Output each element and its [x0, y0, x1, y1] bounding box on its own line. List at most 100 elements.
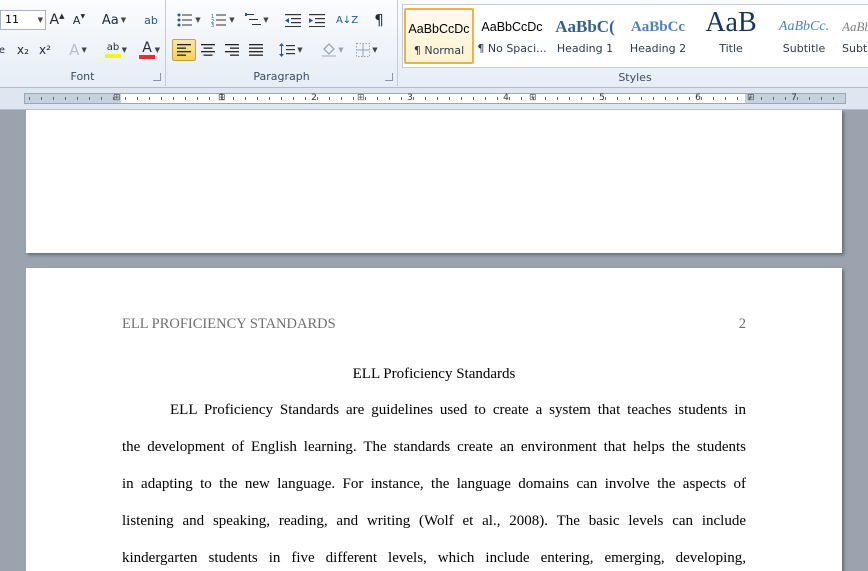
- eraser-icon: ab: [144, 13, 158, 27]
- borders-button[interactable]: ▼: [352, 39, 382, 61]
- document-area[interactable]: ELL PROFICIENCY STANDARDS 2 ELL Proficie…: [0, 110, 868, 571]
- ruler-tick: [521, 97, 522, 100]
- text-effects-button[interactable]: A ▼: [64, 39, 92, 61]
- grow-font-button[interactable]: A ▲: [48, 9, 66, 31]
- ruler-tick: [65, 97, 66, 100]
- subscript-icon: x₂: [17, 43, 29, 57]
- ruler-tick: [833, 97, 834, 100]
- ruler-tick: [161, 97, 162, 100]
- font-group: 11 ▼ A ▲ A ▼ Aa ▼ ab e x₂ x² A ▼ ab ▼ A …: [0, 0, 166, 86]
- style-sample: AaB: [705, 8, 757, 38]
- font-size-box[interactable]: 11 ▼: [0, 10, 46, 30]
- ruler-tick: [137, 97, 138, 100]
- style-sample: AaBbCcDc: [842, 19, 868, 34]
- sort-button[interactable]: A↓Z: [336, 9, 358, 31]
- shrink-font-icon: A: [72, 13, 81, 27]
- ruler-tick: [185, 97, 186, 100]
- decrease-indent-icon: [285, 14, 301, 27]
- ruler-tick: [389, 97, 390, 100]
- font-color-icon: A: [142, 40, 152, 56]
- multilevel-list-button[interactable]: ▼: [242, 9, 272, 31]
- dialog-launcher-icon[interactable]: [385, 73, 393, 81]
- justify-icon: [249, 44, 263, 56]
- ruler-tick: [473, 97, 474, 100]
- line-spacing-button[interactable]: ▼: [276, 39, 306, 61]
- highlighter-icon: ab: [106, 42, 120, 53]
- style-sample: AaBbCc.: [778, 19, 830, 34]
- increase-indent-button[interactable]: [306, 9, 328, 31]
- style-no-spacing[interactable]: AaBbCcDc ¶ No Spaci...: [477, 8, 547, 64]
- ruler-tick: [713, 97, 714, 100]
- line-spacing-icon: [279, 43, 296, 57]
- ruler-tick: [545, 97, 546, 100]
- grow-font-icon: A: [49, 12, 60, 28]
- align-left-icon: [177, 44, 191, 56]
- subscript-button[interactable]: x₂: [14, 39, 32, 61]
- borders-icon: [356, 43, 371, 57]
- body-line: in adapting to the new language. For ins…: [122, 476, 746, 492]
- ruler-tick: [197, 97, 198, 100]
- align-center-icon: [201, 44, 215, 56]
- page-2[interactable]: ELL PROFICIENCY STANDARDS 2 ELL Proficie…: [26, 268, 842, 571]
- style-heading-1[interactable]: AaBbC( Heading 1: [550, 8, 620, 64]
- chevron-down-icon[interactable]: ▼: [38, 11, 43, 29]
- numbering-button[interactable]: 123 ▼: [208, 9, 238, 31]
- highlight-button[interactable]: ab ▼: [96, 39, 130, 61]
- style-subtle-emphasis[interactable]: AaBbCcDc Subtl: [842, 8, 868, 64]
- ruler-tick: [497, 97, 498, 100]
- ruler-tick: [89, 97, 90, 100]
- paragraph-group-label: Paragraph: [253, 70, 310, 83]
- align-left-button[interactable]: [172, 39, 196, 61]
- style-sample: AaBbCcDc: [481, 20, 543, 34]
- ruler-tab-marker[interactable]: ⊞: [113, 93, 121, 103]
- document-title: ELL Proficiency Standards: [352, 366, 516, 382]
- style-name: ¶ Normal: [413, 44, 465, 57]
- align-center-button[interactable]: [196, 39, 220, 61]
- page-1[interactable]: [26, 110, 842, 253]
- ruler-tick: [437, 97, 438, 100]
- ruler-tick: [317, 97, 318, 100]
- decrease-indent-button[interactable]: [282, 9, 304, 31]
- change-case-icon: Aa: [101, 12, 119, 28]
- strikethrough-button[interactable]: e: [0, 39, 10, 61]
- superscript-button[interactable]: x²: [36, 39, 54, 61]
- ruler-tick: [797, 97, 798, 100]
- shading-button[interactable]: ▼: [318, 39, 348, 61]
- ruler-tick: [29, 97, 30, 100]
- ruler-tick: [509, 97, 510, 100]
- ruler-tick: [581, 97, 582, 100]
- ruler-tick: [677, 97, 678, 100]
- body-line: the development of English learning. The…: [122, 439, 746, 455]
- ruler-tick: [149, 97, 150, 100]
- style-subtitle[interactable]: AaBbCc. Subtitle: [769, 8, 839, 64]
- change-case-button[interactable]: Aa ▼: [100, 9, 128, 31]
- align-right-button[interactable]: [220, 39, 244, 61]
- ruler-tick: [653, 97, 654, 100]
- style-normal[interactable]: AaBbCcDc ¶ Normal: [404, 8, 474, 64]
- font-color-button[interactable]: A ▼: [132, 39, 162, 61]
- ruler-tick: [305, 97, 306, 100]
- ruler-tick: [689, 97, 690, 100]
- ruler-tick: [257, 97, 258, 100]
- ribbon: 11 ▼ A ▲ A ▼ Aa ▼ ab e x₂ x² A ▼ ab ▼ A …: [0, 0, 868, 88]
- ruler-tick: [113, 97, 114, 100]
- ruler-tick: [449, 97, 450, 100]
- body-line: ELL Proficiency Standards are guidelines…: [170, 402, 746, 418]
- align-right-icon: [225, 44, 239, 56]
- ruler-tick: [593, 97, 594, 100]
- dialog-launcher-icon[interactable]: [153, 73, 161, 81]
- font-color-bar: [139, 55, 155, 59]
- style-title[interactable]: AaB Title: [696, 8, 766, 64]
- clear-formatting-button[interactable]: ab: [140, 9, 162, 31]
- horizontal-ruler[interactable]: ⊞ ⊞ ⊞ ⊞ ⊞ 1 2 3 4 5 6 7: [0, 88, 868, 110]
- justify-button[interactable]: [244, 39, 268, 61]
- style-heading-2[interactable]: AaBbCc Heading 2: [623, 8, 693, 64]
- ruler-tick: [233, 97, 234, 100]
- ruler-tab-marker[interactable]: ⊞: [357, 93, 365, 103]
- show-formatting-marks-button[interactable]: ¶: [368, 9, 390, 31]
- ruler-tick: [725, 97, 726, 100]
- bullets-button[interactable]: ▼: [174, 9, 204, 31]
- shrink-font-button[interactable]: A ▼: [70, 9, 88, 31]
- ruler-tick: [821, 97, 822, 100]
- paragraph-group: ▼ 123 ▼ ▼ A↓Z ¶ ▼ ▼ ▼ Paragraph: [166, 0, 398, 86]
